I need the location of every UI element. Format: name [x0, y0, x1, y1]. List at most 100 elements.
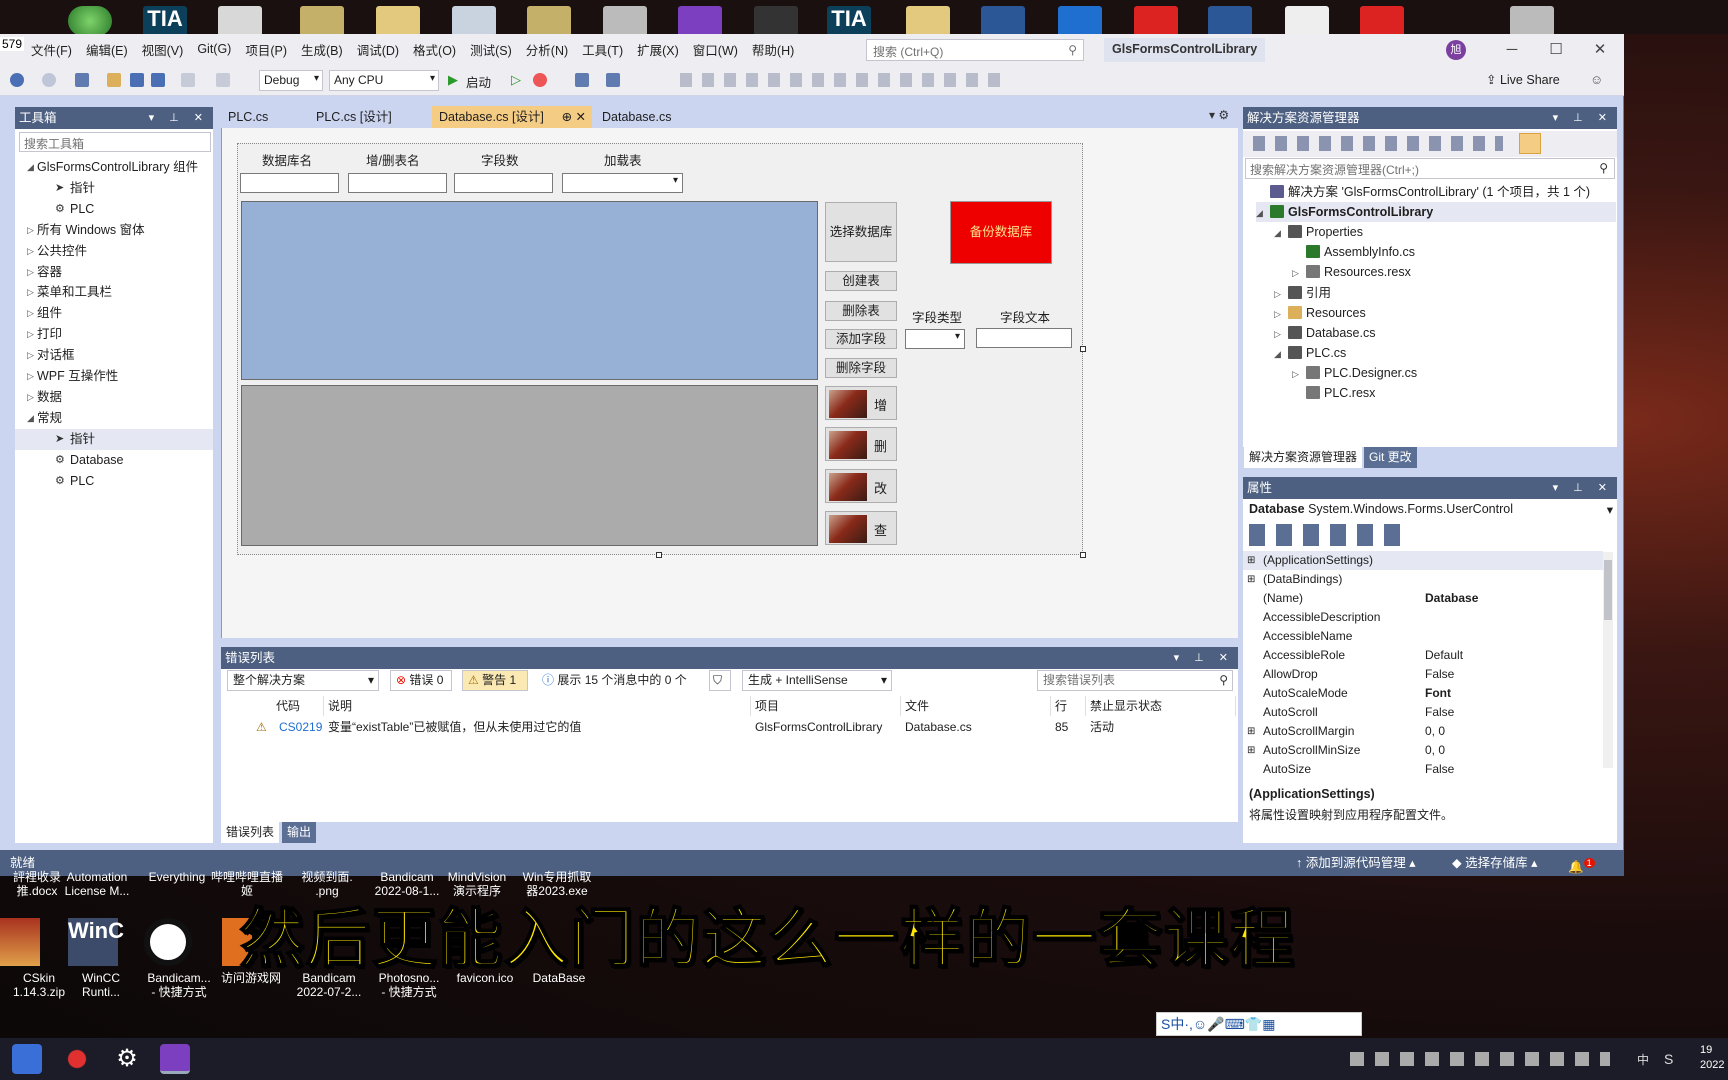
tab-database-design[interactable]: Database.cs [设计] ⊕ ✕ — [432, 106, 592, 128]
desktop-icon-label[interactable]: WinCC Runti... — [62, 971, 140, 999]
property-value[interactable]: False — [1425, 703, 1454, 722]
filter-icon[interactable]: ⛉ — [709, 670, 731, 691]
error-search-input[interactable]: 搜索错误列表 ⚲ — [1037, 670, 1233, 691]
panel-controls-icon[interactable]: ▾ ⊥ ✕ — [1553, 477, 1613, 499]
ime-language[interactable]: 中 — [1637, 1051, 1649, 1068]
tab-solution-explorer[interactable]: 解决方案资源管理器 — [1244, 447, 1363, 468]
panel-controls-icon[interactable]: ▾ ⊥ ✕ — [1174, 647, 1234, 669]
expand-icon[interactable]: ▷ — [27, 324, 34, 345]
visual-studio-icon[interactable] — [160, 1044, 190, 1074]
panel-controls-icon[interactable]: ▾ ⊥ ✕ — [149, 107, 209, 129]
maximize-icon[interactable]: ☐ — [1534, 36, 1578, 64]
file-icon[interactable] — [1285, 6, 1329, 34]
messages-filter-button[interactable]: ⓘ 展示 15 个消息中的 0 个 — [536, 670, 700, 691]
delete-field-button[interactable]: 删除字段 — [825, 358, 897, 378]
expand-icon[interactable]: ▷ — [1274, 284, 1288, 304]
desktop-icon-label[interactable]: Everything — [140, 870, 214, 884]
db-name-textbox[interactable] — [240, 173, 339, 193]
resize-handle[interactable] — [1080, 552, 1086, 558]
solution-tree-item[interactable]: ◢ PLC.cs — [1274, 343, 1346, 363]
expand-icon[interactable]: ▷ — [27, 303, 34, 324]
property-value[interactable]: False — [1425, 760, 1454, 779]
tab-error-list[interactable]: 错误列表 — [221, 822, 280, 843]
toolbox-item[interactable]: ▷ 菜单和工具栏 — [15, 282, 213, 303]
forward-icon[interactable] — [42, 73, 56, 87]
menu-item[interactable]: 分析(N) — [519, 40, 575, 59]
delete-record-button[interactable]: 删 — [825, 427, 897, 461]
word-icon[interactable] — [1208, 6, 1252, 34]
scope-select[interactable]: 整个解决方案 ▾ — [227, 670, 379, 691]
expand-icon[interactable]: ▷ — [1292, 263, 1306, 283]
solution-tree-item[interactable]: ▷ Resources — [1274, 303, 1366, 323]
property-value[interactable]: Default — [1425, 646, 1463, 665]
modify-record-button[interactable]: 改 — [825, 469, 897, 503]
table-grid-view[interactable] — [241, 201, 818, 380]
expand-icon[interactable]: ◢ — [1274, 344, 1288, 364]
tia-icon[interactable]: TIA — [143, 6, 187, 34]
file-icon[interactable] — [452, 6, 496, 34]
live-share-button[interactable]: ⇪ Live Share — [1486, 72, 1560, 87]
add-field-button[interactable]: 添加字段 — [825, 329, 897, 349]
property-toolbar-icons[interactable] — [1249, 524, 1409, 546]
toolbox-search-input[interactable]: 搜索工具箱 — [19, 132, 211, 152]
toolbox-item[interactable]: ◢ 常规 — [15, 408, 213, 429]
undo-icon[interactable] — [181, 73, 195, 87]
feedback-icon[interactable]: ☺ — [1590, 72, 1603, 87]
record-icon[interactable] — [62, 1044, 92, 1074]
resize-handle[interactable] — [1080, 346, 1086, 352]
column-header[interactable]: 说明 — [324, 696, 751, 716]
gear-icon[interactable] — [603, 6, 647, 34]
expand-icon[interactable]: ▷ — [27, 282, 34, 303]
folder-icon[interactable] — [906, 6, 950, 34]
toolbox-item[interactable]: ▷ 组件 — [15, 303, 213, 324]
toolbox-item[interactable]: ▷ 对话框 — [15, 345, 213, 366]
property-row[interactable]: AccessibleRole Default — [1243, 646, 1603, 665]
new-project-icon[interactable] — [75, 73, 89, 87]
select-repo-button[interactable]: ◆ 选择存储库 ▴ — [1452, 850, 1537, 876]
menu-item[interactable]: 格式(O) — [406, 40, 463, 59]
property-value[interactable]: Font — [1425, 684, 1451, 703]
tab-plc-cs[interactable]: PLC.cs — [221, 106, 275, 128]
expand-icon[interactable]: ⊞ — [1247, 741, 1255, 760]
toolbox-item[interactable]: ➤ 指针 — [15, 428, 213, 450]
toolbox-item[interactable]: ▷ 公共控件 — [15, 241, 213, 262]
shield-icon[interactable]: S — [1664, 1051, 1673, 1067]
expand-icon[interactable]: ▷ — [27, 387, 34, 408]
error-description[interactable]: 变量“existTable”已被赋值，但从未使用过它的值 — [328, 717, 581, 737]
solution-toolbar-icons[interactable] — [1253, 136, 1503, 151]
property-row[interactable]: ⊞ (DataBindings) — [1243, 570, 1603, 589]
toolbox-item[interactable]: ⚙ PLC — [15, 471, 213, 492]
gear-icon[interactable] — [1510, 6, 1554, 34]
start-button[interactable]: 启动 — [466, 72, 491, 91]
desktop-icon-label[interactable]: Bandicam... - 快捷方式 — [140, 971, 218, 999]
query-record-button[interactable]: 查 — [825, 511, 897, 545]
column-header[interactable]: 代码 — [272, 696, 324, 716]
property-object-select[interactable]: Database System.Windows.Forms.UserContro… — [1249, 502, 1613, 517]
vs-icon[interactable] — [678, 6, 722, 34]
property-value[interactable]: Database — [1425, 589, 1478, 608]
file-icon[interactable] — [218, 6, 262, 34]
column-header[interactable]: 文件 — [901, 696, 1051, 716]
expand-icon[interactable]: ▷ — [27, 345, 34, 366]
errors-filter-button[interactable]: ⊗ 错误 0 — [390, 670, 452, 691]
hot-reload-icon[interactable] — [533, 73, 547, 87]
search-input[interactable]: 搜索 (Ctrl+Q) ⚲ — [866, 39, 1084, 61]
delete-table-button[interactable]: 删除表 — [825, 301, 897, 321]
solution-tree-item[interactable]: PLC.resx — [1292, 383, 1375, 403]
expand-icon[interactable]: ▷ — [27, 366, 34, 387]
expand-icon[interactable]: ▷ — [27, 241, 34, 262]
solution-tree-item[interactable]: ▷ 引用 — [1274, 283, 1331, 303]
expand-icon[interactable]: ◢ — [1256, 203, 1270, 223]
solution-tree-item[interactable]: ▷ PLC.Designer.cs — [1292, 363, 1417, 383]
expand-icon[interactable]: ▷ — [1292, 364, 1306, 384]
expand-icon[interactable]: ▷ — [1274, 324, 1288, 344]
tab-output[interactable]: 输出 — [282, 822, 317, 843]
add-record-button[interactable]: 增 — [825, 386, 897, 420]
config-select[interactable]: Debug — [259, 70, 323, 91]
solution-tree-item[interactable]: ▷ Database.cs — [1274, 323, 1375, 343]
column-header[interactable]: 项目 — [751, 696, 901, 716]
winrar-icon[interactable] — [0, 918, 40, 966]
expand-icon[interactable]: ▷ — [27, 220, 34, 241]
expand-icon[interactable]: ▷ — [27, 262, 34, 283]
save-icon[interactable] — [130, 73, 144, 87]
